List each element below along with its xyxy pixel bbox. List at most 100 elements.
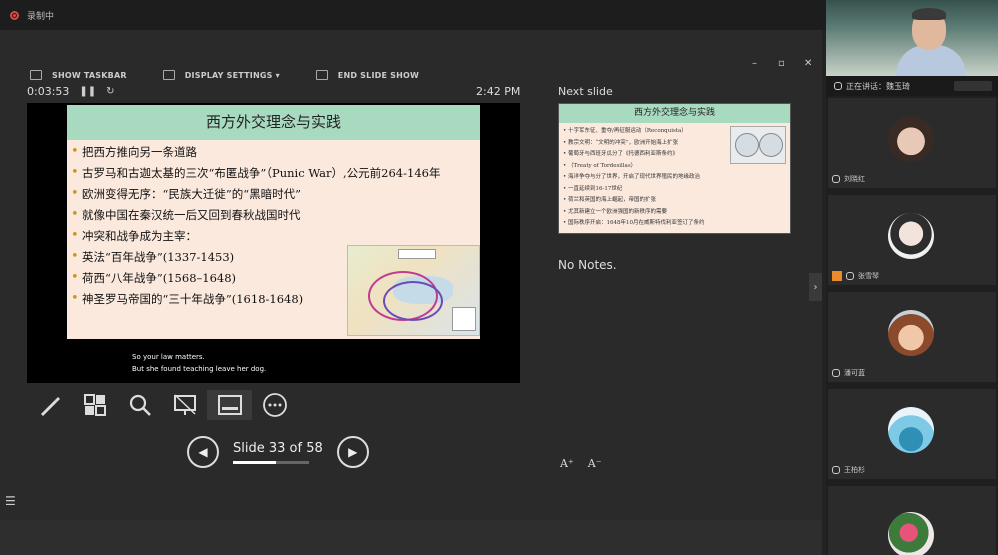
display-settings-label: DISPLAY SETTINGS ▾ [184,70,280,80]
speaker-notes: No Notes. [558,258,617,272]
avatar [888,213,934,259]
next-line: • 海洋争夺与分了世界，开启了现代世界殖民的地缘政治 [563,174,700,180]
pause-icon[interactable]: ❚❚ [79,86,96,97]
mic-icon [834,82,842,90]
display-settings-button[interactable]: DISPLAY SETTINGS ▾ [162,70,280,80]
bullet-item: 欧洲变得无序：“民族大迁徙”的“黑暗时代” [70,187,475,201]
recording-bar: 录制中 [0,0,826,30]
caption-line: But she found teaching leave her dog. [132,365,267,373]
map-route [383,281,443,321]
next-line: • 国际秩序开启：1648年10月在威斯特伐利亚签订了条约 [563,220,705,226]
slide-tools [27,390,297,420]
black-screen-button[interactable] [162,390,207,420]
avatar [888,407,934,453]
bullet-item: 就像中国在秦汉统一后又回到春秋战国时代 [70,208,475,222]
more-options-button[interactable] [252,390,297,420]
pen-tool-button[interactable] [27,390,72,420]
globe-left [735,133,759,157]
mic-muted-icon [832,466,840,474]
slide-counter[interactable]: Slide 33 of 58 [233,441,323,464]
participant-tile[interactable] [828,486,996,555]
next-line: • 一直延续到16-17世纪 [563,185,623,192]
display-settings-icon [162,70,175,80]
subtitles-button[interactable] [207,390,252,420]
list-icon[interactable]: ☰ [5,494,16,508]
bullet-item: 把西方推向另一条道路 [70,145,475,159]
end-show-icon [315,70,328,80]
decrease-font-button[interactable]: A⁻ [588,457,602,470]
speaking-indicator: 正在讲话：魏玉琦 [826,76,998,96]
chevron-left-icon: ◀ [198,445,208,459]
slide-progress-bar [233,460,309,464]
avatar [888,310,934,356]
slide-title: 西方外交理念与实践 [67,105,480,140]
participant-panel: 正在讲话：魏玉琦 刘晓红 张雪琴 潘可蓝 王柏杉 [826,0,998,555]
chevron-right-icon: › [813,281,818,293]
next-line: • 荷兰和英国的海上崛起，帝国的扩张 [563,197,656,203]
participant-label: 刘晓红 [844,175,865,183]
more-icon [262,393,287,417]
elapsed-time: 0:03:53 [27,85,70,98]
host-badge-icon [832,271,842,281]
participant-label: 张雪琴 [858,272,879,280]
participant-tile[interactable]: 王柏杉 [828,389,996,479]
zoom-button[interactable] [117,390,162,420]
next-slide-button[interactable]: ▶ [336,436,369,468]
globe-right [759,133,783,157]
subtitles-icon [217,395,242,415]
current-slide[interactable]: 西方外交理念与实践 把西方推向另一条道路 古罗马和古迦太基的三次“布匿战争”（P… [27,103,520,383]
participant-tile[interactable]: 刘晓红 [828,98,996,188]
mic-muted-icon [832,369,840,377]
participant-tile[interactable]: 潘可蓝 [828,292,996,382]
slide-progress-fill [233,460,277,464]
pen-icon [40,397,60,416]
europe-map-image [347,245,480,336]
record-icon [10,10,19,20]
watermark [954,81,992,91]
speaking-label: 正在讲话：魏玉琦 [846,81,910,91]
chevron-right-icon: ▶ [348,445,358,459]
participant-name: 刘晓红 [832,174,865,184]
presenter-window: 录制中 SHOW TASKBAR DISPLAY SETTINGS ▾ END … [0,0,998,555]
bullet-item: 古罗马和古迦太基的三次“布匿战争”（Punic War）,公元前264-146年 [70,166,475,180]
participant-name: 王柏杉 [832,465,865,475]
globe-image [730,126,786,164]
minimize-icon[interactable]: – [752,58,757,69]
reset-timer-icon[interactable]: ↻ [106,86,114,97]
mic-muted-icon [832,175,840,183]
slide-navigation: ◀ Slide 33 of 58 ▶ [187,436,369,468]
next-slide-preview[interactable]: 西方外交理念与实践 • 十字军东征、重夺/再征服运动（Reconquista） … [558,103,791,234]
map-caption-box [398,249,436,259]
next-slide-label: Next slide [558,85,613,98]
show-taskbar-button[interactable]: SHOW TASKBAR [30,70,127,80]
live-caption: So your law matters. But she found teach… [132,351,266,375]
participant-tile[interactable]: 张雪琴 [828,195,996,285]
slide-timer: 0:03:53 ❚❚ ↻ [27,85,115,98]
grid-icon [83,394,106,416]
bullet-item: 冲突和战争成为主宰： [70,229,475,243]
collapse-panel-button[interactable]: › [809,273,822,301]
see-all-slides-button[interactable] [72,390,117,420]
next-line: • 尤其新建立一个欧洲强国的新秩序的需要 [563,208,667,215]
participant-name: 潘可蓝 [832,368,865,378]
taskbar-icon [30,70,42,80]
next-slide-title: 西方外交理念与实践 [559,104,790,123]
speaker-video[interactable] [826,0,998,76]
slide-content: 西方外交理念与实践 把西方推向另一条道路 古罗马和古迦太基的三次“布匿战争”（P… [67,105,480,339]
slide-counter-label: Slide 33 of 58 [233,440,323,456]
mic-muted-icon [846,272,854,280]
show-taskbar-label: SHOW TASKBAR [52,70,127,80]
speaker-hair [912,8,946,20]
close-icon[interactable]: ✕ [804,58,812,69]
restore-icon[interactable]: ▫ [778,58,785,69]
previous-slide-button[interactable]: ◀ [187,436,219,468]
caption-line: So your law matters. [132,353,205,361]
avatar [888,116,934,162]
avatar [888,512,934,555]
end-slide-show-label: END SLIDE SHOW [337,70,419,80]
participant-label: 潘可蓝 [844,369,865,377]
map-legend [452,307,476,331]
increase-font-button[interactable]: A⁺ [560,457,574,470]
end-slide-show-button[interactable]: END SLIDE SHOW [315,70,419,80]
participant-name: 张雪琴 [832,271,879,281]
